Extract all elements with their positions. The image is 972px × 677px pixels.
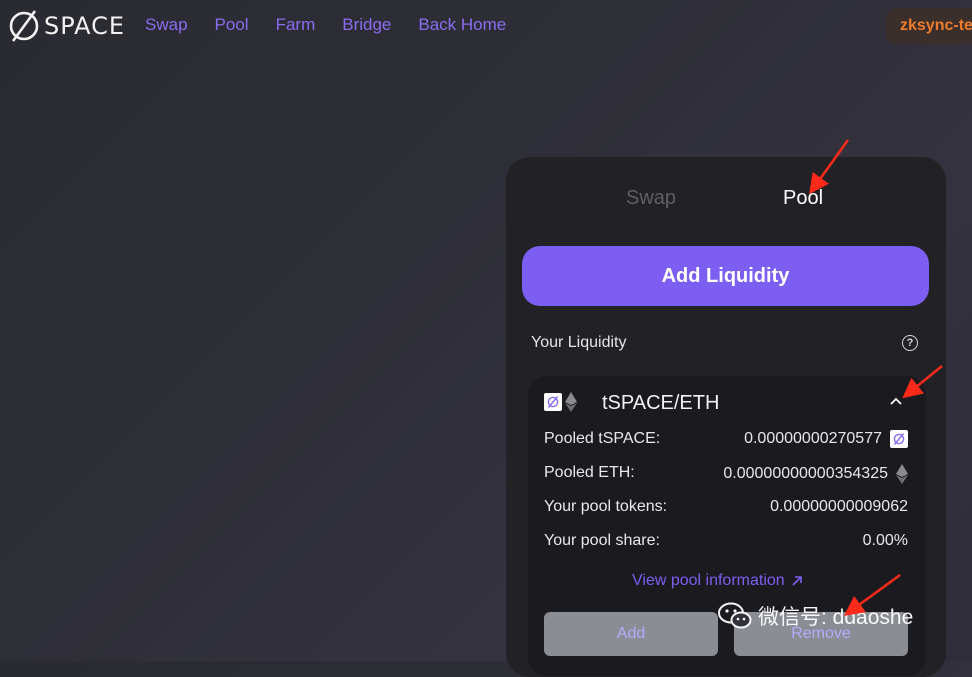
tspace-token-icon xyxy=(890,430,908,448)
row-label: Pooled ETH: xyxy=(544,464,635,481)
view-pool-info-link[interactable]: View pool information xyxy=(632,572,803,590)
row-value-wrap: 0.00000000000354325 xyxy=(723,464,908,484)
logo[interactable]: SPACE xyxy=(6,8,125,44)
chevron-up-icon[interactable] xyxy=(889,396,903,406)
row-label: Your pool share: xyxy=(544,532,660,549)
tspace-token-icon xyxy=(544,393,562,411)
row-value: 0.00000000000354325 xyxy=(723,465,888,482)
logo-text: SPACE xyxy=(44,12,126,40)
row-value: 0.00% xyxy=(862,532,908,549)
row-value: 0.00000000270577 xyxy=(744,430,882,447)
nav-bridge[interactable]: Bridge xyxy=(342,15,391,35)
nav-pool[interactable]: Pool xyxy=(215,15,249,35)
your-liquidity-heading: Your Liquidity xyxy=(531,334,627,351)
tab-swap[interactable]: Swap xyxy=(626,187,676,210)
nav-farm[interactable]: Farm xyxy=(276,15,316,35)
external-arrow-icon xyxy=(792,576,802,586)
pair-name: tSPACE/ETH xyxy=(602,392,720,414)
liquidity-panel: Swap Pool Add Liquidity Your Liquidity ?… xyxy=(506,157,946,677)
add-button[interactable]: Add xyxy=(544,612,718,656)
nav-swap[interactable]: Swap xyxy=(145,15,188,35)
pooled-eth-row: Pooled ETH: 0.00000000000354325 xyxy=(544,464,908,484)
row-value-wrap: 0.00% xyxy=(863,532,908,550)
row-value: 0.00000000009062 xyxy=(770,498,908,515)
add-liquidity-button[interactable]: Add Liquidity xyxy=(522,246,929,306)
wechat-watermark: 微信号: ddaoshe xyxy=(718,601,913,631)
position-card: tSPACE/ETH Pooled tSPACE: 0.000000002705… xyxy=(528,376,926,676)
row-value-wrap: 0.00000000009062 xyxy=(770,498,908,516)
eth-token-icon xyxy=(896,464,908,484)
main-nav: Swap Pool Farm Bridge Back Home xyxy=(145,15,506,35)
network-button[interactable]: zksync-testnet xyxy=(886,8,972,44)
view-pool-info-label: View pool information xyxy=(632,572,785,589)
space-logo-icon xyxy=(9,10,39,42)
wechat-icon xyxy=(718,602,752,629)
eth-token-icon xyxy=(565,392,577,412)
pool-share-row: Your pool share: 0.00% xyxy=(544,532,908,552)
watermark-text: 微信号: ddaoshe xyxy=(758,606,914,629)
row-value-wrap: 0.00000000270577 xyxy=(744,430,908,448)
help-icon[interactable]: ? xyxy=(902,335,918,351)
row-label: Your pool tokens: xyxy=(544,498,668,515)
top-header: SPACE Swap Pool Farm Bridge Back Home zk… xyxy=(0,0,972,52)
tab-pool[interactable]: Pool xyxy=(783,187,823,210)
pair-token-icons xyxy=(544,392,577,412)
pool-tokens-row: Your pool tokens: 0.00000000009062 xyxy=(544,498,908,518)
nav-back-home[interactable]: Back Home xyxy=(418,15,506,35)
row-label: Pooled tSPACE: xyxy=(544,430,661,447)
pooled-tspace-row: Pooled tSPACE: 0.00000000270577 xyxy=(544,430,908,450)
